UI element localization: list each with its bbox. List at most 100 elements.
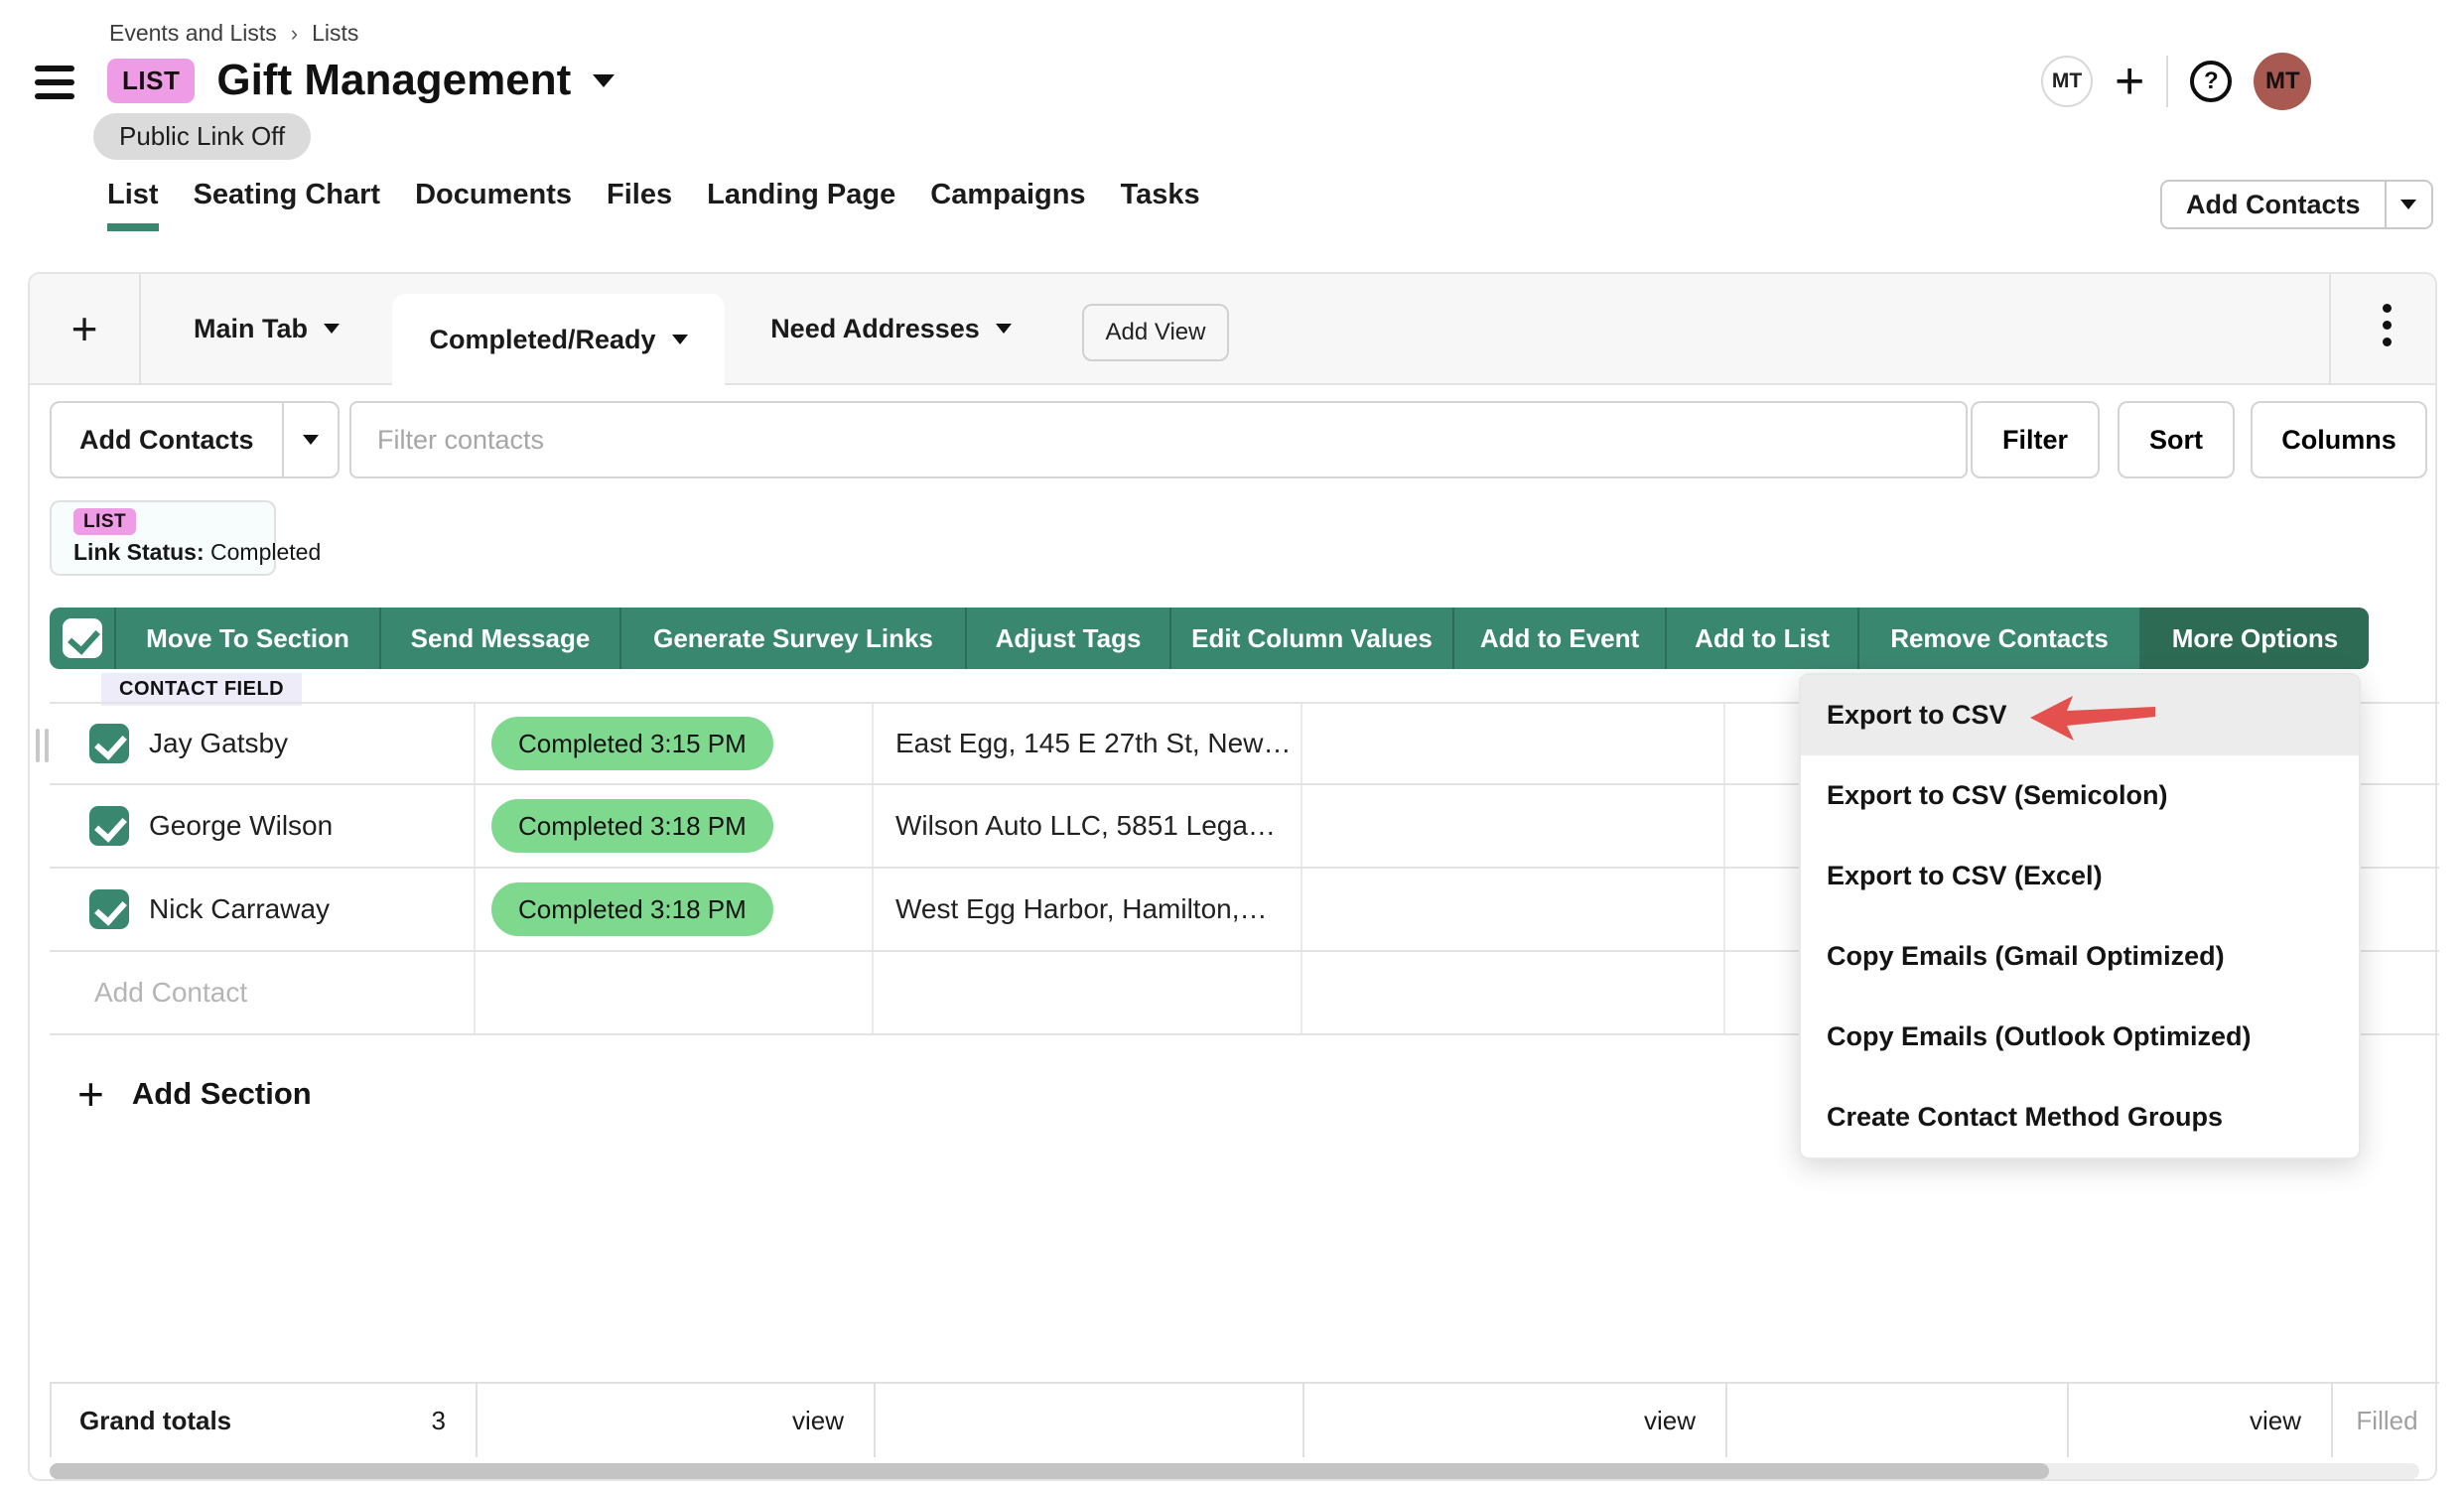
list-type-badge: LIST [107,59,195,103]
chevron-down-icon [996,324,1012,334]
grand-totals-count: 3 [432,1406,446,1436]
status-badge: Completed 3:15 PM [491,717,773,770]
totals-view-link[interactable]: view [1304,1384,1727,1457]
nav-tab-tasks[interactable]: Tasks [1121,179,1200,231]
breadcrumb-lists[interactable]: Lists [312,20,358,47]
edit-column-values-button[interactable]: Edit Column Values [1171,608,1454,669]
add-contacts-button-header[interactable]: Add Contacts [2160,180,2433,229]
contact-name: Nick Carraway [149,893,330,925]
page-title: Gift Management [216,56,571,105]
row-checkbox[interactable] [89,806,129,846]
plus-icon: + [77,1068,104,1120]
tab-completed-ready[interactable]: Completed/Ready [392,294,725,385]
empty-cell [1302,869,1725,950]
add-contacts-label[interactable]: Add Contacts [2162,182,2385,227]
filter-button[interactable]: Filter [1971,401,2100,478]
page: Events and Lists › Lists LIST Gift Manag… [0,0,2464,1489]
workspace-avatar[interactable]: MT [2041,56,2093,107]
tab-main-tab[interactable]: Main Tab [141,274,392,383]
add-to-list-button[interactable]: Add to List [1667,608,1859,669]
row-checkbox[interactable] [89,889,129,929]
menu-item-export-csv[interactable]: Export to CSV [1801,675,2359,755]
menu-item-copy-emails-gmail[interactable]: Copy Emails (Gmail Optimized) [1801,916,2359,997]
more-options-button[interactable]: More Options [2141,608,2369,669]
add-to-event-button[interactable]: Add to Event [1454,608,1667,669]
filter-contacts-input[interactable] [349,401,1968,478]
primary-nav: List Seating Chart Documents Files Landi… [107,179,1200,231]
breadcrumb-events-and-lists[interactable]: Events and Lists [109,20,277,47]
status-badge: Completed 3:18 PM [491,799,773,853]
empty-cell [874,952,1302,1033]
empty-cell [1302,704,1725,783]
tab-need-addresses-label: Need Addresses [770,314,980,344]
chip-list-badge: LIST [73,508,136,535]
nav-tab-landing-page[interactable]: Landing Page [707,179,895,231]
view-tab-strip: + Main Tab Completed/Ready Need Addresse… [30,274,2435,385]
user-avatar[interactable]: MT [2254,53,2311,110]
empty-cell [1727,1384,2069,1457]
title-dropdown-caret-icon[interactable] [593,74,615,87]
adjust-tags-button[interactable]: Adjust Tags [967,608,1171,669]
public-link-status-pill[interactable]: Public Link Off [93,113,311,160]
chip-label-key: Link Status: [73,539,205,565]
remove-contacts-button[interactable]: Remove Contacts [1859,608,2141,669]
columns-button[interactable]: Columns [2251,401,2427,478]
contact-address: Wilson Auto LLC, 5851 Lega… [874,785,1302,867]
add-contact-placeholder[interactable]: Add Contact [50,952,476,1033]
tab-main-label: Main Tab [194,314,308,344]
nav-tab-list[interactable]: List [107,179,159,231]
totals-view-link[interactable]: view [478,1384,876,1457]
row-checkbox[interactable] [89,724,129,763]
empty-cell [876,1384,1304,1457]
sort-button[interactable]: Sort [2118,401,2235,478]
strip-divider [2329,274,2331,383]
nav-tab-files[interactable]: Files [607,179,672,231]
add-view-button[interactable]: Add View [1082,304,1229,361]
chip-label-value: Completed [210,539,321,565]
add-section-button[interactable]: + Add Section [77,1068,312,1120]
horizontal-scrollbar-track[interactable] [50,1463,2419,1479]
totals-filled-label: Filled [2333,1384,2441,1457]
select-all-checkbox[interactable] [63,618,102,658]
add-section-label: Add Section [132,1076,312,1112]
drag-handle-icon[interactable] [36,729,49,762]
generate-survey-links-button[interactable]: Generate Survey Links [621,608,967,669]
add-tab-button[interactable]: + [30,274,141,383]
tab-completed-label: Completed/Ready [429,325,655,355]
menu-item-export-csv-semicolon[interactable]: Export to CSV (Semicolon) [1801,755,2359,836]
menu-item-create-contact-method-groups[interactable]: Create Contact Method Groups [1801,1077,2359,1157]
breadcrumb-separator-icon: › [291,21,298,47]
move-to-section-button[interactable]: Move To Section [116,608,381,669]
grand-totals-label: Grand totals [79,1406,231,1436]
chevron-down-icon [303,435,319,445]
select-all-segment [50,608,116,669]
header-divider [2166,56,2168,107]
more-options-menu: Export to CSV Export to CSV (Semicolon) … [1799,673,2361,1159]
chevron-down-icon [324,324,340,334]
horizontal-scrollbar-thumb[interactable] [50,1463,2049,1479]
help-icon[interactable]: ? [2190,61,2232,102]
chip-label: Link Status: Completed [73,539,252,566]
nav-tab-seating-chart[interactable]: Seating Chart [194,179,381,231]
empty-cell [476,952,874,1033]
empty-cell [1302,952,1725,1033]
grand-totals-row: Grand totals 3 view view view Filled [50,1382,2439,1457]
hamburger-menu-icon[interactable] [35,66,74,99]
send-message-button[interactable]: Send Message [381,608,621,669]
menu-item-export-csv-excel[interactable]: Export to CSV (Excel) [1801,836,2359,916]
bulk-action-bar: Move To Section Send Message Generate Su… [50,608,2369,669]
menu-item-copy-emails-outlook[interactable]: Copy Emails (Outlook Optimized) [1801,997,2359,1077]
header-icons: MT + ? MT [2041,53,2311,110]
add-contacts-dropdown[interactable] [2385,182,2431,227]
nav-tab-documents[interactable]: Documents [415,179,572,231]
add-contacts-button-toolbar[interactable]: Add Contacts [50,401,340,478]
add-contacts-label[interactable]: Add Contacts [52,403,282,476]
add-new-icon[interactable]: + [2115,56,2144,107]
tab-need-addresses[interactable]: Need Addresses [725,274,1057,383]
chevron-down-icon [672,335,688,344]
link-status-filter-chip[interactable]: LIST Link Status: Completed [50,500,276,576]
add-contacts-dropdown[interactable] [282,403,338,476]
nav-tab-campaigns[interactable]: Campaigns [930,179,1085,231]
totals-view-link[interactable]: view [2069,1384,2333,1457]
more-menu-kebab-icon[interactable] [2369,296,2404,361]
